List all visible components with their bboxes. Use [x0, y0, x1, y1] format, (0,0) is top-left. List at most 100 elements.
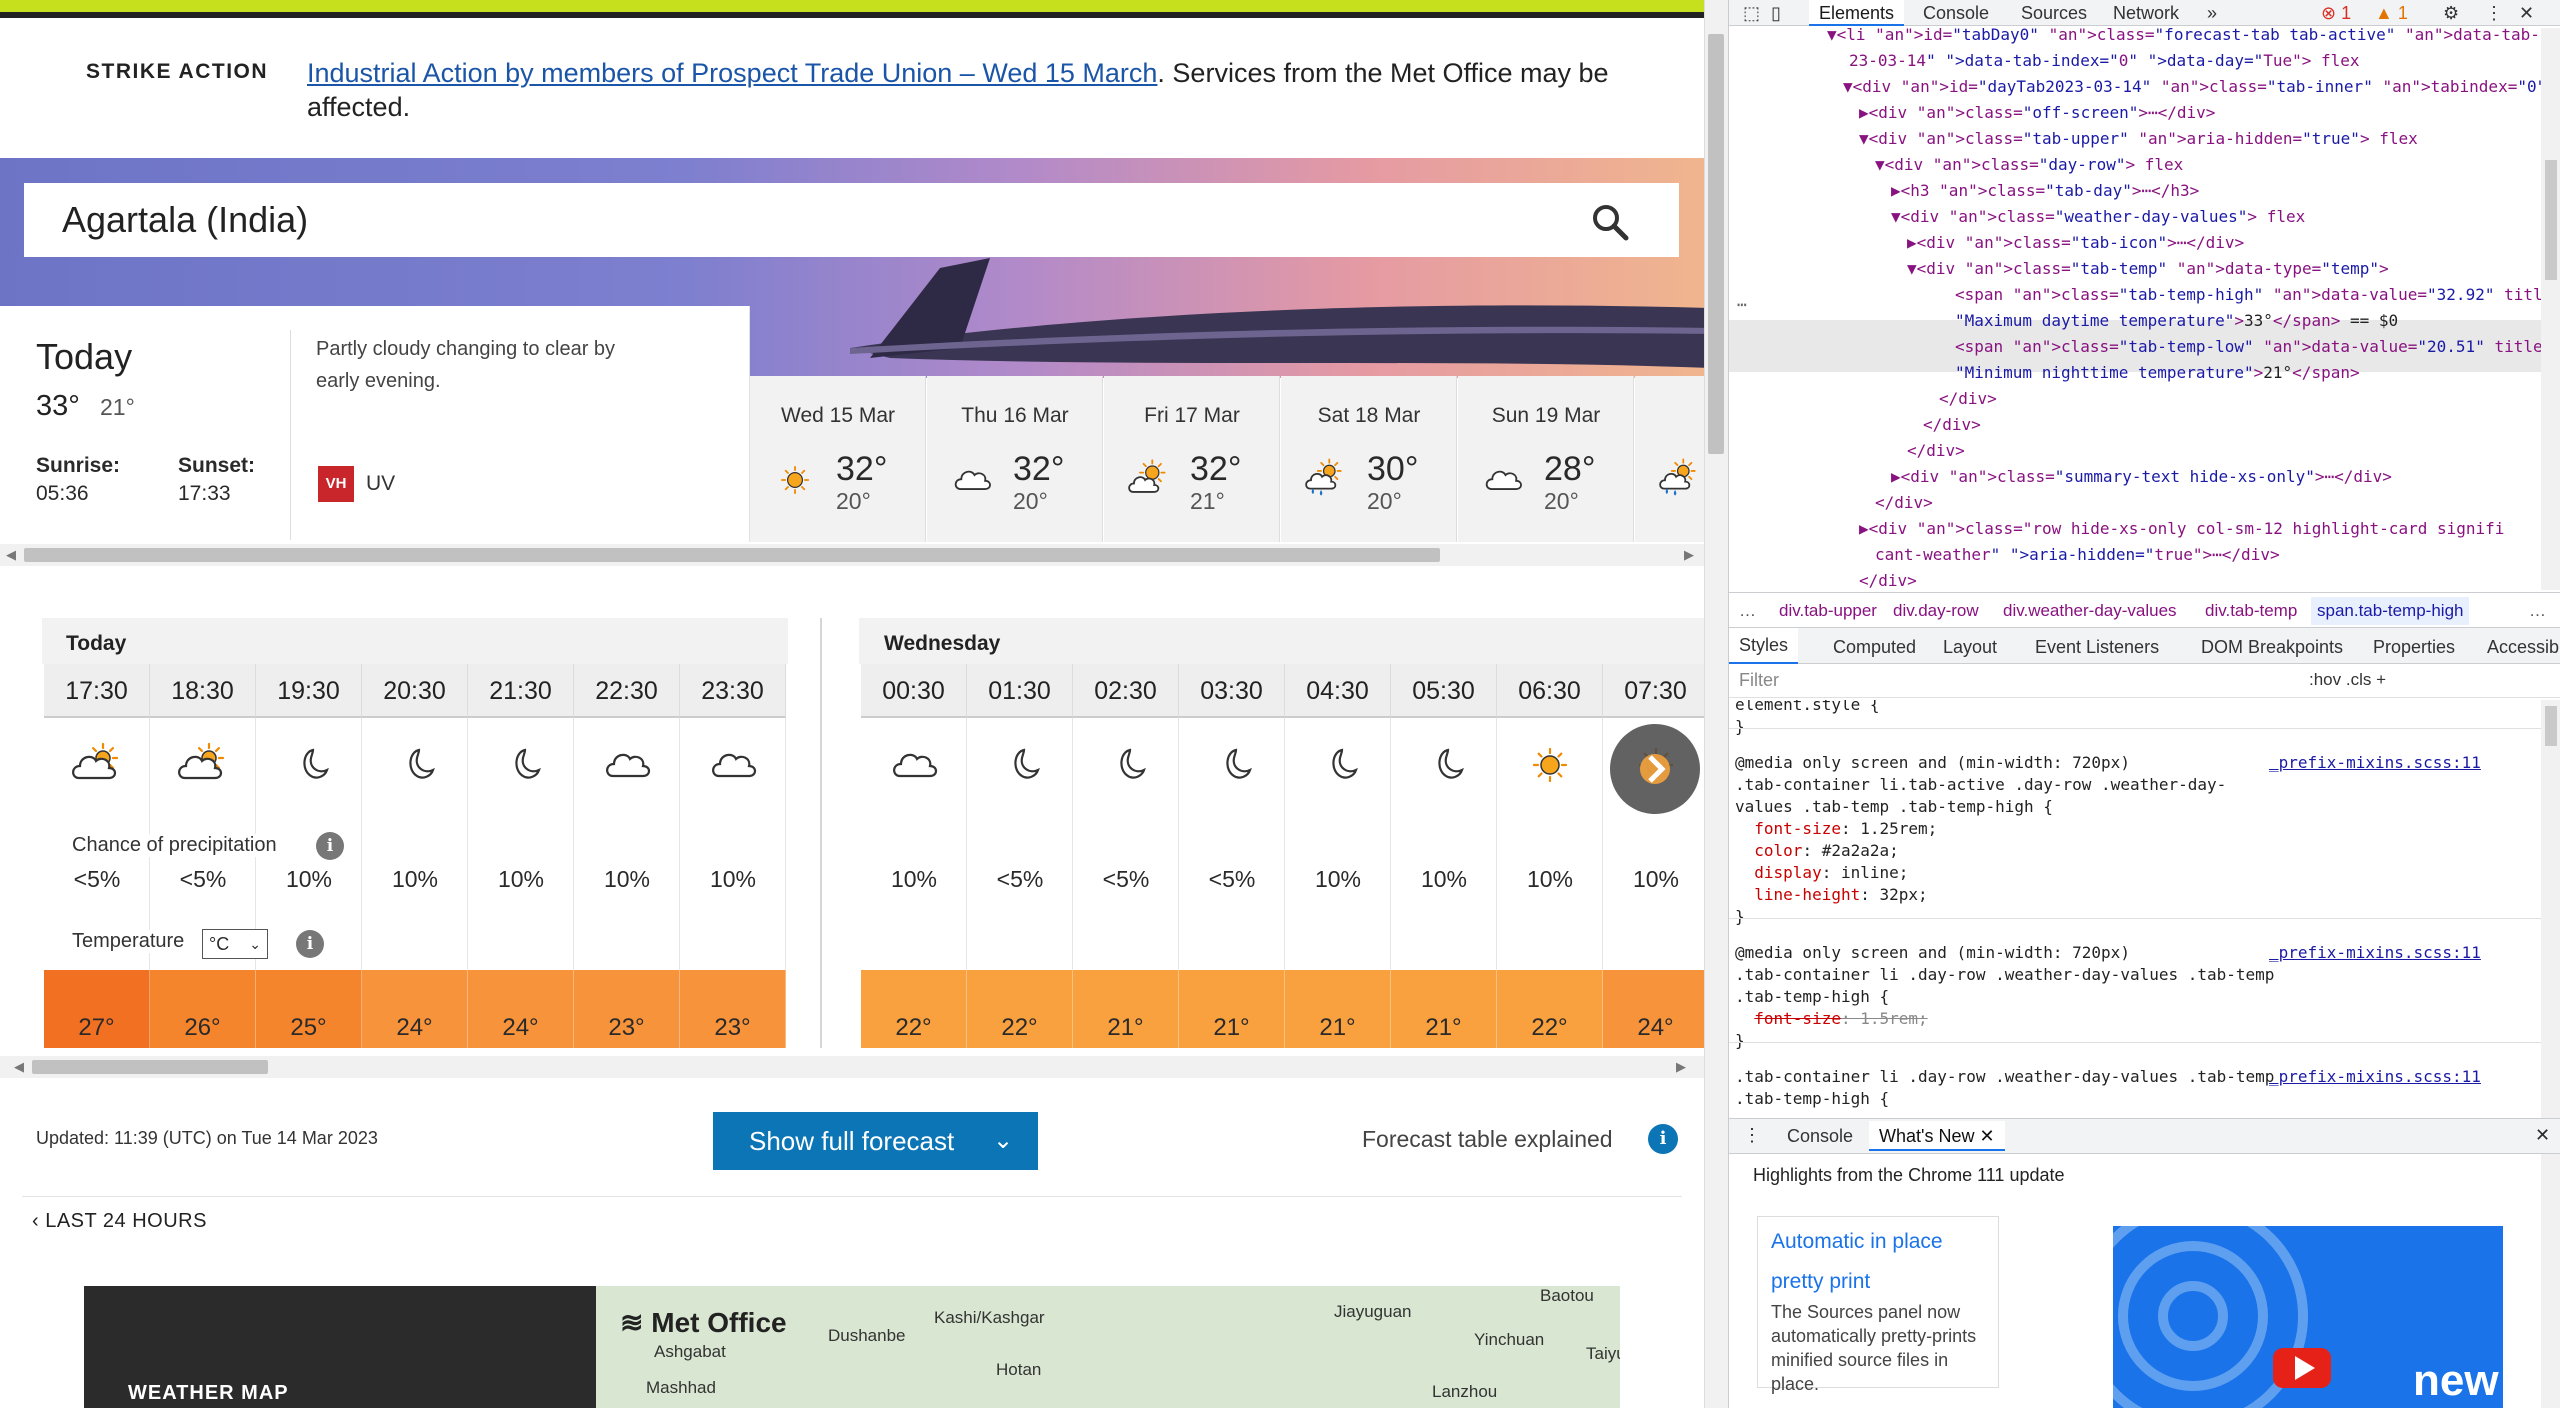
close-icon[interactable]: ✕: [1979, 1126, 1994, 1146]
css-declaration[interactable]: line-height: 32px;: [1735, 884, 1927, 906]
css-rule-line[interactable]: .tab-container li.tab-active .day-row .w…: [1735, 774, 2226, 796]
tab-console[interactable]: Console: [1923, 0, 1989, 26]
css-pane-scrollbar-thumb[interactable]: [2545, 706, 2557, 746]
day-tab[interactable]: Wed 15 Mar 32° 20°: [750, 376, 926, 542]
css-rule-line[interactable]: @media only screen and (min-width: 720px…: [1735, 942, 2130, 964]
precipitation-info-icon[interactable]: i: [316, 832, 344, 860]
dom-node-line[interactable]: ▼<div "an">class="day-row"> flex: [1875, 152, 2183, 178]
css-rule-line[interactable]: .tab-container li .day-row .weather-day-…: [1735, 964, 2274, 986]
tab-computed[interactable]: Computed: [1833, 637, 1916, 658]
scroll-left-arrow-icon[interactable]: ◀: [6, 547, 16, 563]
warning-count-badge[interactable]: ▲ 1: [2375, 0, 2408, 26]
next-hours-button[interactable]: [1610, 724, 1700, 814]
search-icon[interactable]: [1590, 202, 1630, 242]
page-scrollbar-thumb[interactable]: [1708, 34, 1724, 454]
dom-node-line[interactable]: <span "an">class="tab-temp-high" "an">da…: [1955, 282, 2541, 308]
css-rule-line[interactable]: values .tab-temp .tab-temp-high {: [1735, 796, 2053, 818]
css-rules-pane[interactable]: element.style {} @media only screen and (…: [1729, 700, 2541, 1120]
dom-node-line[interactable]: </div>: [1859, 568, 1917, 590]
dom-node-line[interactable]: ▶<h3 "an">class="tab-day">⋯</h3>: [1891, 178, 2199, 204]
css-rule-line[interactable]: }: [1735, 906, 1745, 928]
hourly-scrollbar[interactable]: ◀ ▶: [0, 1056, 1704, 1078]
dom-node-line[interactable]: </div>: [1939, 386, 1997, 412]
dom-node-line[interactable]: </div>: [1907, 438, 1965, 464]
dom-node-line[interactable]: ▶<div "an">class="row hide-xs-only col-s…: [1859, 516, 2504, 542]
css-source-link[interactable]: _prefix-mixins.scss:11: [2269, 942, 2481, 964]
dom-node-line[interactable]: </div>: [1923, 412, 1981, 438]
dom-node-line[interactable]: 23-03-14" ">data-tab-index="0" ">data-da…: [1849, 48, 2360, 74]
dom-node-line[interactable]: ▶<div "an">class="summary-text hide-xs-o…: [1891, 464, 2392, 490]
day-tabs-scrollbar[interactable]: ◀ ▶: [0, 544, 1704, 566]
dom-tree-scrollbar[interactable]: [2541, 28, 2560, 590]
dom-node-line[interactable]: ▼<div "an">class="weather-day-values"> f…: [1891, 204, 2305, 230]
tab-dom-breakpoints[interactable]: DOM Breakpoints: [2201, 637, 2343, 658]
css-rule-line[interactable]: .tab-temp-high {: [1735, 1088, 1889, 1110]
dom-node-line[interactable]: "Maximum daytime temperature">33°</span>…: [1955, 308, 2398, 334]
info-icon[interactable]: i: [1648, 1124, 1678, 1154]
tab-elements[interactable]: Elements: [1809, 0, 1905, 26]
css-rule-line[interactable]: }: [1735, 1030, 1745, 1052]
dom-node-line[interactable]: ▶<div "an">class="off-screen">⋯</div>: [1859, 100, 2215, 126]
temperature-info-icon[interactable]: i: [296, 930, 324, 958]
styles-filter-input[interactable]: Filter: [1739, 670, 1779, 691]
dom-node-line[interactable]: cant-weather" ">aria-hidden="true">⋯</di…: [1875, 542, 2280, 568]
css-pane-scrollbar[interactable]: [2541, 700, 2560, 1120]
tab-accessibility[interactable]: Accessibility: [2487, 637, 2560, 658]
scrollbar-thumb[interactable]: [32, 1060, 268, 1074]
day-tab[interactable]: Thu 16 Mar 32° 20°: [927, 376, 1103, 542]
weather-map[interactable]: Baotou Dushanbe Kashi/Kashgar Jiayuguan …: [596, 1286, 1620, 1408]
temperature-unit-select[interactable]: °C ⌄: [202, 929, 268, 959]
day-tab[interactable]: Sun 19 Mar 28° 20°: [1458, 376, 1634, 542]
scroll-left-arrow-icon[interactable]: ◀: [14, 1059, 24, 1075]
css-declaration[interactable]: display: inline;: [1735, 862, 1908, 884]
dom-node-line[interactable]: ▼<div "an">class="tab-upper" "an">aria-h…: [1859, 126, 2418, 152]
close-icon[interactable]: ✕: [2519, 0, 2534, 26]
css-declaration[interactable]: color: #2a2a2a;: [1735, 840, 1899, 862]
breadcrumb-item-active[interactable]: span.tab-temp-high: [2311, 597, 2470, 625]
tab-layout[interactable]: Layout: [1943, 637, 1997, 658]
dom-tree[interactable]: ⋯ ▼<li "an">id="tabDay0" "an">class="for…: [1729, 28, 2541, 590]
close-drawer-icon[interactable]: ✕: [2535, 1125, 2550, 1146]
inspect-element-icon[interactable]: ⬚: [1743, 0, 1760, 26]
tab-styles[interactable]: Styles: [1729, 628, 1799, 664]
tab-sources[interactable]: Sources: [2021, 0, 2087, 26]
dom-node-line[interactable]: </div>: [1875, 490, 1933, 516]
dom-node-line[interactable]: "Minimum nighttime temperature">21°</spa…: [1955, 360, 2360, 386]
dom-node-line[interactable]: ▶<div "an">class="tab-icon">⋯</div>: [1907, 230, 2244, 256]
scroll-right-arrow-icon[interactable]: ▶: [1684, 547, 1694, 563]
css-rule-line[interactable]: .tab-container li .day-row .weather-day-…: [1735, 1066, 2274, 1088]
tab-event-listeners[interactable]: Event Listeners: [2035, 637, 2159, 658]
error-count-badge[interactable]: ⊗ 1: [2321, 0, 2351, 26]
kebab-menu-icon[interactable]: ⋮: [2485, 0, 2503, 26]
more-tabs-button[interactable]: »: [2207, 0, 2217, 26]
dom-node-line[interactable]: <span "an">class="tab-temp-low" "an">dat…: [1955, 334, 2541, 360]
tab-whats-new[interactable]: What's New ✕: [1869, 1121, 2005, 1151]
css-rule-line[interactable]: element.style {: [1735, 700, 1880, 716]
tab-properties[interactable]: Properties: [2373, 637, 2455, 658]
css-declaration[interactable]: font-size: 1.25rem;: [1735, 818, 1937, 840]
device-toolbar-icon[interactable]: ▯: [1771, 0, 1781, 26]
forecast-table-explained-link[interactable]: Forecast table explained: [1362, 1126, 1613, 1153]
breadcrumb-overflow[interactable]: …: [2529, 601, 2546, 621]
breadcrumb-overflow[interactable]: …: [1739, 601, 1756, 621]
breadcrumb-item[interactable]: div.day-row: [1893, 601, 1979, 621]
kebab-menu-icon[interactable]: ⋮: [1743, 1125, 1761, 1146]
gear-icon[interactable]: ⚙: [2443, 0, 2459, 26]
css-rule-line[interactable]: @media only screen and (min-width: 720px…: [1735, 752, 2130, 774]
tab-drawer-console[interactable]: Console: [1787, 1126, 1853, 1147]
last-24-hours-link[interactable]: ‹ LAST 24 HOURS: [32, 1210, 207, 1233]
css-declaration[interactable]: font-size: 1.5rem;: [1735, 1008, 1927, 1030]
strike-action-link[interactable]: Industrial Action by members of Prospect…: [307, 58, 1157, 88]
style-toggles[interactable]: :hov .cls +: [2309, 670, 2386, 690]
location-search-input[interactable]: Agartala (India): [62, 199, 308, 241]
dom-tree-scrollbar-thumb[interactable]: [2545, 160, 2557, 280]
tab-network[interactable]: Network: [2113, 0, 2179, 26]
breadcrumb-item[interactable]: div.tab-temp: [2205, 601, 2297, 621]
day-tab[interactable]: Sat 18 Mar 30° 20°: [1281, 376, 1457, 542]
whats-new-scrollbar[interactable]: [2541, 1154, 2560, 1408]
breadcrumb-item[interactable]: div.weather-day-values: [2003, 601, 2177, 621]
day-tab[interactable]: Mon: [1635, 376, 1704, 542]
scrollbar-thumb[interactable]: [24, 548, 1440, 562]
css-source-link[interactable]: _prefix-mixins.scss:11: [2269, 1066, 2481, 1088]
css-rule-line[interactable]: }: [1735, 716, 1745, 738]
